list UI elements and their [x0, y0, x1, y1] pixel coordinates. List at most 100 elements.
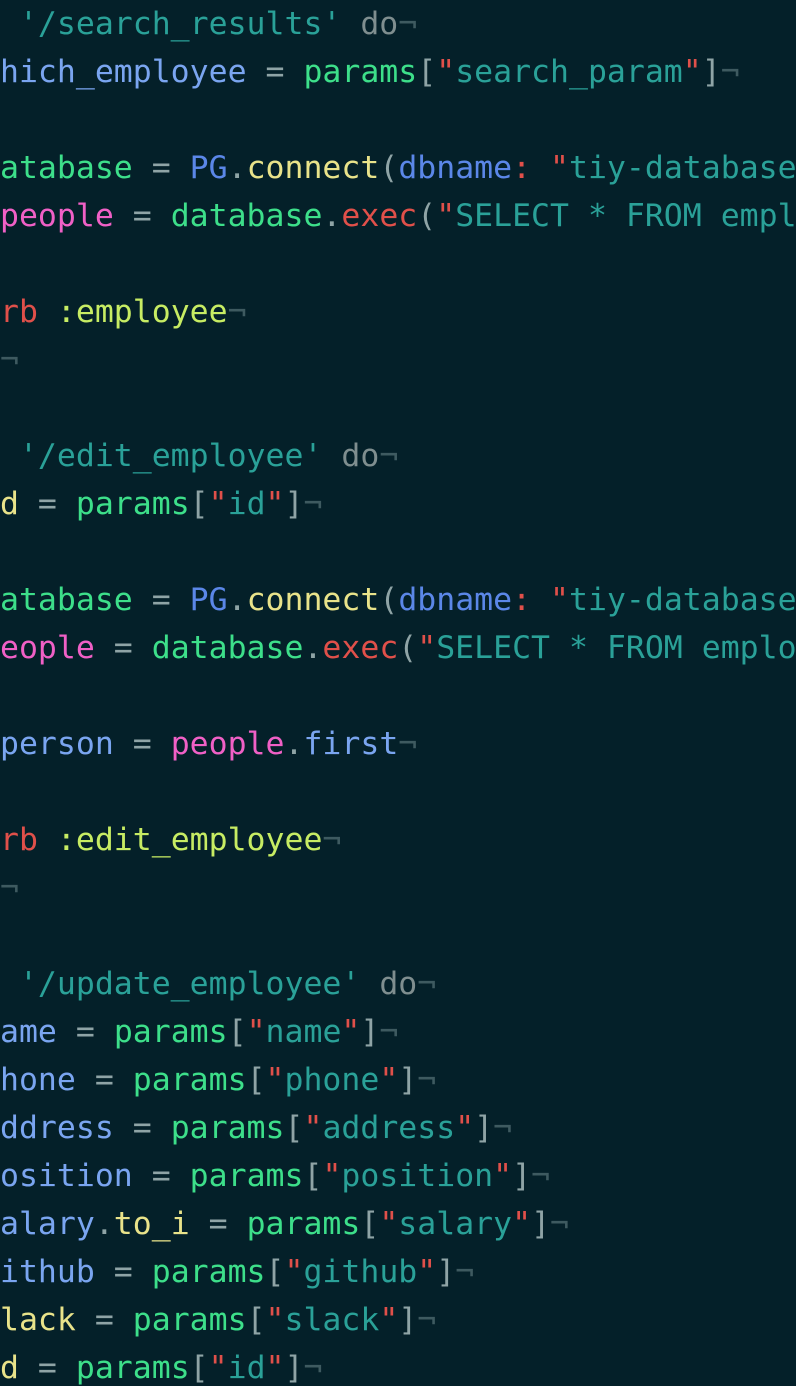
code-token: ": [512, 1206, 532, 1242]
code-token: ": [322, 1158, 342, 1194]
code-token: ": [379, 1302, 399, 1338]
code-token: .: [227, 582, 247, 618]
code-token: =: [113, 726, 171, 762]
code-line: ddress = params["address"]¬: [0, 1104, 796, 1152]
code-token: ithub: [0, 1254, 95, 1290]
code-token: do: [341, 438, 380, 474]
code-token: d: [0, 1350, 19, 1386]
code-line: rb :edit_employee¬: [0, 816, 796, 864]
code-token: :edit_employee: [56, 822, 323, 858]
code-line: atabase = PG.connect(dbname: "tiy-databa…: [0, 576, 796, 624]
code-token: =: [113, 1110, 171, 1146]
code-token: ": [550, 150, 570, 186]
code-token: dbname: [398, 150, 513, 186]
code-line: d = params["id"]¬: [0, 480, 796, 528]
code-token: ": [455, 1110, 475, 1146]
code-token: .: [94, 1206, 114, 1242]
code-token: =: [189, 1206, 247, 1242]
code-token: ": [265, 486, 285, 522]
code-token: '/edit_employee': [18, 438, 323, 474]
code-line: person = people.first¬: [0, 720, 796, 768]
code-token: do: [379, 966, 418, 1002]
newline-marker: ¬: [417, 966, 437, 1002]
code-token: params: [132, 1062, 247, 1098]
code-token: params: [189, 1158, 304, 1194]
code-token: ": [284, 1254, 304, 1290]
code-token: SELECT * FROM empl: [455, 198, 796, 234]
code-token: ": [436, 54, 456, 90]
code-token: rb: [0, 822, 38, 858]
code-token: (: [379, 582, 399, 618]
code-token: people: [0, 198, 114, 234]
newline-marker: ¬: [720, 54, 740, 90]
code-token: params: [75, 1350, 190, 1386]
code-token: people: [170, 726, 285, 762]
newline-marker: ¬: [550, 1206, 569, 1242]
code-token: to_i: [113, 1206, 190, 1242]
code-token: ]: [360, 1014, 380, 1050]
code-token: ": [550, 582, 570, 618]
code-token: (: [379, 150, 399, 186]
code-token: [: [246, 1302, 266, 1338]
code-token: ]: [398, 1302, 418, 1338]
code-text-area[interactable]: '/search_results' do¬ hich_employee = par…: [0, 0, 796, 1386]
code-token: .: [284, 726, 304, 762]
code-token: ]: [398, 1062, 418, 1098]
code-token: ddress: [0, 1110, 114, 1146]
code-token: id: [227, 1350, 266, 1386]
code-token: ]: [436, 1254, 456, 1290]
code-token: params: [303, 54, 418, 90]
code-token: =: [113, 198, 171, 234]
code-token: '/search_results': [18, 6, 342, 42]
code-token: atabase: [0, 582, 133, 618]
code-token: [: [227, 1014, 247, 1050]
code-token: =: [132, 582, 190, 618]
code-line: osition = params["position"]¬: [0, 1152, 796, 1200]
code-token: exec: [341, 198, 418, 234]
code-token: params: [75, 486, 190, 522]
code-token: =: [132, 1158, 190, 1194]
code-line: people = database.exec("SELECT * FROM em…: [0, 192, 796, 240]
code-token: =: [75, 1302, 133, 1338]
code-token: ]: [284, 486, 304, 522]
code-token: (: [398, 630, 418, 666]
code-token: exec: [322, 630, 399, 666]
code-token: ": [379, 1062, 399, 1098]
code-token: salary: [398, 1206, 513, 1242]
code-editor[interactable]: '/search_results' do¬ hich_employee = par…: [0, 0, 796, 1386]
code-token: position: [341, 1158, 494, 1194]
code-token: github: [303, 1254, 418, 1290]
code-token: =: [75, 1062, 133, 1098]
code-token: SELECT * FROM emplo: [436, 630, 796, 666]
code-line: hone = params["phone"]¬: [0, 1056, 796, 1104]
code-token: params: [132, 1302, 247, 1338]
code-token: name: [265, 1014, 342, 1050]
code-line: rb :employee¬: [0, 288, 796, 336]
code-token: ]: [531, 1206, 551, 1242]
newline-marker: ¬: [417, 1062, 437, 1098]
code-token: =: [18, 486, 76, 522]
code-token: =: [132, 150, 190, 186]
code-token: [: [303, 1158, 323, 1194]
code-token: PG: [189, 150, 228, 186]
code-token: [: [265, 1254, 285, 1290]
code-token: ": [265, 1062, 285, 1098]
newline-marker: ¬: [398, 6, 418, 42]
code-token: =: [94, 630, 152, 666]
code-token: ": [208, 1350, 228, 1386]
code-line: '/edit_employee' do¬: [0, 432, 796, 480]
code-token: ]: [701, 54, 721, 90]
newline-marker: ¬: [379, 1014, 399, 1050]
code-token: search_param: [455, 54, 683, 90]
code-token: first: [303, 726, 399, 762]
code-token: alary: [0, 1206, 95, 1242]
